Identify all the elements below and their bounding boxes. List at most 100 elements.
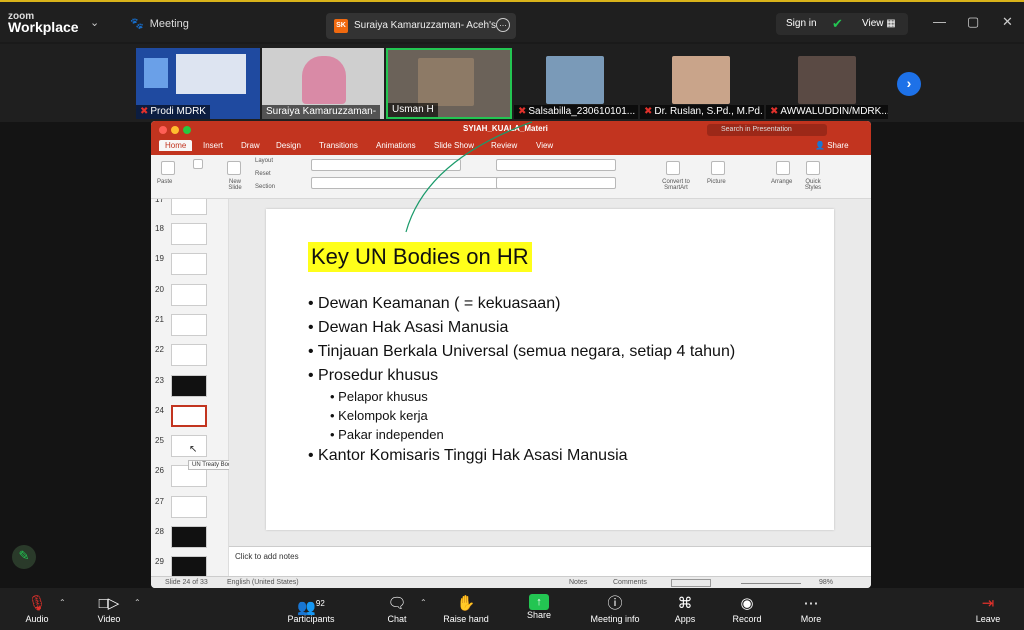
tab-design[interactable]: Design: [276, 141, 301, 150]
more-options-icon[interactable]: …: [496, 18, 510, 32]
minimize-dot-icon[interactable]: [171, 126, 179, 134]
meeting-label: Meeting: [149, 18, 189, 30]
video-button[interactable]: □▷ Video ⌃: [74, 594, 144, 624]
info-icon: ⓘ: [607, 595, 623, 612]
sign-in-button[interactable]: Sign in: [786, 18, 817, 29]
slide-canvas: Key UN Bodies on HR • Dewan Keamanan ( =…: [229, 199, 871, 546]
meeting-menu[interactable]: 🐾 Meeting: [130, 17, 189, 30]
participant-video: [418, 58, 474, 106]
close-icon[interactable]: ✕: [1002, 14, 1013, 30]
picture-icon[interactable]: [711, 161, 725, 175]
participants-button[interactable]: 👥92 Participants: [276, 594, 346, 624]
slide-thumbnail[interactable]: [171, 375, 207, 397]
participant-video: [302, 56, 346, 104]
tab-insert[interactable]: Insert: [203, 141, 223, 150]
shield-icon[interactable]: ✔: [832, 16, 843, 32]
zoom-dot-icon[interactable]: [183, 126, 191, 134]
slide-thumbnail[interactable]: [171, 223, 207, 245]
layout-button[interactable]: Layout: [255, 158, 273, 164]
more-label: More: [800, 614, 822, 624]
raise-hand-button[interactable]: ✋ Raise hand: [431, 594, 501, 624]
chevron-down-icon[interactable]: ⌄: [90, 16, 99, 29]
new-slide-icon[interactable]: [227, 161, 241, 175]
bullet-text: Dewan Hak Asasi Manusia: [318, 319, 509, 336]
more-button[interactable]: ⋯ More: [776, 594, 846, 624]
sub-bullet-text: Pelapor khusus: [338, 389, 428, 404]
quick-styles-icon[interactable]: [806, 161, 820, 175]
tab-animations[interactable]: Animations: [376, 141, 416, 150]
active-speaker-tile[interactable]: Usman H: [386, 48, 512, 119]
chat-button[interactable]: 🗨 Chat ⌃: [362, 594, 432, 624]
audio-options-icon[interactable]: ⌃: [59, 598, 66, 607]
apps-button[interactable]: ⌘ Apps: [650, 594, 720, 624]
cut-icon[interactable]: [193, 159, 203, 169]
participant-tile[interactable]: ✖ Salsabilla_230610101...: [514, 48, 638, 119]
slide-number: 19: [155, 254, 164, 263]
participant-name-text: Dr. Ruslan, S.Pd., M.Pd.: [654, 106, 763, 117]
meeting-info-button[interactable]: ⓘ Meeting info: [580, 594, 650, 624]
slide-thumbnail-selected[interactable]: [171, 405, 207, 427]
chat-options-icon[interactable]: ⌃: [420, 598, 427, 607]
grid-icon: ▦: [886, 18, 896, 29]
slide-number: 17: [155, 199, 164, 204]
slide-thumbnail[interactable]: [171, 253, 207, 275]
participant-tile[interactable]: ✖ AWWALUDDIN/MDRK...: [766, 48, 888, 119]
participant-tile[interactable]: ✖ Prodi MDRK: [136, 48, 260, 119]
presenter-avatar: SK: [334, 19, 348, 33]
bullet-text: Kantor Komisaris Tinggi Hak Asasi Manusi…: [318, 447, 628, 464]
video-label: Video: [97, 614, 121, 624]
record-icon: ◉: [740, 595, 754, 612]
tab-slide-show[interactable]: Slide Show: [434, 141, 474, 150]
comments-toggle[interactable]: Comments: [613, 579, 647, 586]
hand-icon: ✋: [456, 595, 476, 612]
participant-tile[interactable]: ✖ Dr. Ruslan, S.Pd., M.Pd.: [640, 48, 764, 119]
paragraph-buttons[interactable]: [496, 159, 616, 171]
tab-review[interactable]: Review: [491, 141, 517, 150]
zoom-slider[interactable]: [741, 583, 801, 584]
view-button[interactable]: View ▦: [862, 18, 896, 29]
share-screen-button[interactable]: ↑ Share: [504, 594, 574, 620]
leave-button[interactable]: ⇥ Leave: [953, 594, 1023, 624]
notes-toggle[interactable]: Notes: [569, 579, 587, 586]
next-participants-button[interactable]: ›: [897, 72, 921, 96]
participant-name-text: AWWALUDDIN/MDRK...: [780, 106, 888, 117]
slide-thumbnail[interactable]: [171, 344, 207, 366]
reset-button[interactable]: Reset: [255, 171, 271, 177]
smartart-icon[interactable]: [666, 161, 680, 175]
tab-home[interactable]: Home: [159, 140, 193, 151]
arrange-icon[interactable]: [776, 161, 790, 175]
maximize-icon[interactable]: ▢: [967, 14, 979, 30]
current-slide[interactable]: Key UN Bodies on HR • Dewan Keamanan ( =…: [266, 209, 834, 530]
screen-share-tab[interactable]: SK Suraiya Kamaruzzaman- Aceh's sc …: [326, 13, 516, 39]
section-button[interactable]: Section: [255, 184, 275, 190]
slide-thumbnail[interactable]: [171, 526, 207, 548]
slide-number: 27: [155, 497, 164, 506]
close-dot-icon[interactable]: [159, 126, 167, 134]
tab-draw[interactable]: Draw: [241, 141, 260, 150]
share-screen-icon: ↑: [529, 594, 549, 610]
participant-name: ✖ Prodi MDRK: [136, 105, 210, 119]
bullet-item: • Dewan Keamanan ( = kekuasaan): [308, 295, 561, 312]
alignment-buttons[interactable]: [496, 177, 616, 189]
share-button[interactable]: 👤 Share: [815, 141, 849, 150]
annotate-pen-icon[interactable]: ✎: [12, 545, 36, 569]
record-button[interactable]: ◉ Record: [712, 594, 782, 624]
participant-tile[interactable]: Suraiya Kamaruzzaman-: [262, 48, 384, 119]
slide-thumbnail[interactable]: [171, 284, 207, 306]
minimize-icon[interactable]: —: [933, 14, 946, 29]
font-family-select[interactable]: [311, 159, 461, 171]
tab-transitions[interactable]: Transitions: [319, 141, 358, 150]
paste-icon[interactable]: [161, 161, 175, 175]
audio-button[interactable]: 🎙 Audio ⌃: [2, 594, 72, 624]
font-format-buttons[interactable]: [311, 177, 501, 189]
slide-thumbnail[interactable]: [171, 314, 207, 336]
slide-thumbnail[interactable]: [171, 556, 207, 576]
slide-thumbnail[interactable]: [171, 496, 207, 518]
bullet-text: Tinjauan Berkala Universal (semua negara…: [317, 343, 736, 360]
video-options-icon[interactable]: ⌃: [134, 598, 141, 607]
view-mode-buttons[interactable]: [671, 579, 711, 587]
notes-input[interactable]: Click to add notes: [229, 546, 871, 576]
slide-thumbnail[interactable]: [171, 199, 207, 215]
search-presentation-input[interactable]: Search in Presentation: [707, 124, 827, 136]
tab-view[interactable]: View: [536, 141, 553, 150]
